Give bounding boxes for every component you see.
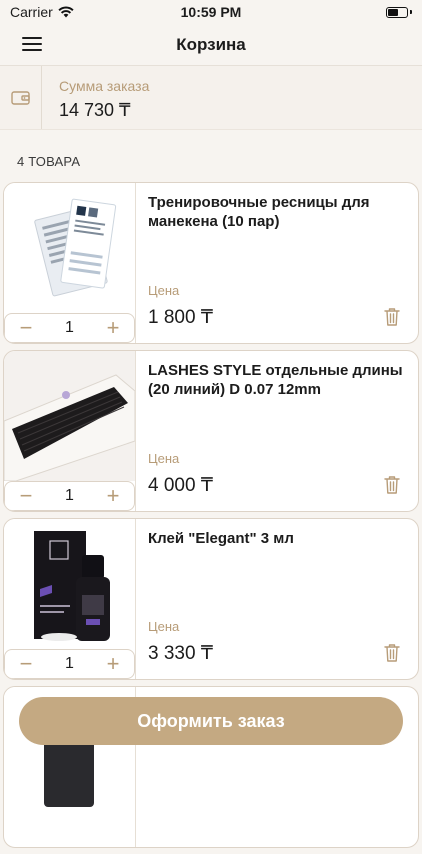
price-label: Цена [148, 451, 180, 466]
increase-button[interactable]: + [102, 317, 124, 339]
price-value: 4 000 ₸ [148, 475, 213, 496]
quantity-value: 1 [65, 487, 74, 504]
product-name[interactable]: LASHES STYLE отдельные длины (20 линий) … [148, 361, 406, 399]
product-image-training-lashes[interactable] [4, 183, 135, 313]
trash-icon[interactable] [384, 643, 400, 663]
cart-item[interactable]: − 1 + Клей "Elegant" 3 мл Цена 3 330 ₸ [3, 518, 419, 680]
nav-bar: Корзина [0, 24, 422, 66]
price-value: 1 800 ₸ [148, 307, 213, 328]
cart-item[interactable]: − 1 + LASHES STYLE отдельные длины (20 л… [3, 350, 419, 512]
quantity-value: 1 [65, 655, 74, 672]
wallet-icon [10, 90, 30, 105]
summary-label: Сумма заказа [59, 78, 150, 94]
increase-button[interactable]: + [102, 653, 124, 675]
quantity-value: 1 [65, 319, 74, 336]
wallet-cell [0, 66, 42, 129]
trash-icon[interactable] [384, 307, 400, 327]
price-label: Цена [148, 283, 180, 298]
product-image-lash-tray[interactable] [4, 351, 135, 481]
order-summary: Сумма заказа 14 730 ₸ [0, 66, 422, 130]
product-image-glue[interactable] [4, 519, 135, 649]
carrier-label: Carrier [10, 4, 53, 20]
cart-list: − 1 + Тренировочные ресницы для манекена… [3, 182, 419, 854]
page-title: Корзина [176, 34, 246, 54]
product-name[interactable]: Клей "Elegant" 3 мл [148, 529, 406, 548]
battery-icon [386, 6, 412, 18]
decrease-button[interactable]: − [15, 653, 37, 675]
quantity-stepper: − 1 + [4, 481, 135, 511]
wifi-icon [58, 6, 74, 18]
product-name[interactable]: Тренировочные ресницы для манекена (10 п… [148, 193, 406, 231]
trash-icon[interactable] [384, 475, 400, 495]
items-count: 4 ТОВАРА [17, 154, 81, 169]
price-label: Цена [148, 619, 180, 634]
quantity-stepper: − 1 + [4, 313, 135, 343]
price-value: 3 330 ₸ [148, 643, 213, 664]
decrease-button[interactable]: − [15, 317, 37, 339]
decrease-button[interactable]: − [15, 485, 37, 507]
checkout-button[interactable]: Оформить заказ [19, 697, 403, 745]
carrier-group: Carrier [10, 4, 74, 20]
summary-value: 14 730 ₸ [59, 100, 131, 120]
quantity-stepper: − 1 + [4, 649, 135, 679]
increase-button[interactable]: + [102, 485, 124, 507]
cart-item[interactable]: − 1 + Тренировочные ресницы для манекена… [3, 182, 419, 344]
menu-icon[interactable] [22, 36, 42, 52]
status-bar: Carrier 10:59 PM [0, 0, 422, 24]
